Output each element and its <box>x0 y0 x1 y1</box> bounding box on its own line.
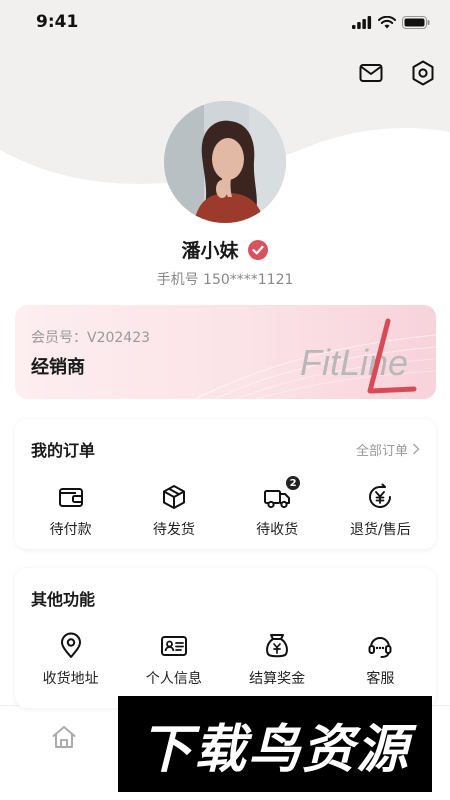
header-actions <box>358 60 436 86</box>
watermark-text: 下载鸟资源 <box>139 719 410 780</box>
function-item-label: 个人信息 <box>145 671 202 687</box>
orders-card: 我的订单 全部订单 待付款 待发货 2 待收货 退货/售后 <box>15 419 436 549</box>
order-item-label: 待收货 <box>256 522 299 538</box>
yen-refund-icon <box>369 483 392 508</box>
orders-title: 我的订单 <box>31 441 96 460</box>
member-card[interactable]: 会员号：V202423 经销商 FitLine <box>15 305 436 399</box>
other-functions-header: 其他功能 <box>15 568 436 610</box>
package-icon <box>162 485 185 509</box>
order-count-badge: 2 <box>285 475 302 491</box>
function-item-label: 客服 <box>366 671 395 687</box>
status-icons <box>352 15 430 29</box>
function-item-label: 结算奖金 <box>249 671 306 687</box>
order-item-label: 待发货 <box>152 522 195 538</box>
battery-icon <box>402 15 430 29</box>
tab-home[interactable] <box>50 723 78 755</box>
truck-icon-wrap: 2 <box>263 475 302 511</box>
profile-name-row: 潘小妹 <box>0 236 450 263</box>
view-all-orders-label: 全部订单 <box>355 443 408 459</box>
orders-header: 我的订单 全部订单 <box>15 419 436 461</box>
function-item-address[interactable]: 收货地址 <box>21 632 121 688</box>
member-number: 会员号：V202423 <box>31 330 151 346</box>
verified-icon <box>247 239 268 260</box>
order-item-pending-receipt[interactable]: 2 待收货 <box>227 475 327 539</box>
status-bar: 9:41 <box>0 0 450 44</box>
order-item-refund-aftersale[interactable]: 退货/售后 <box>330 483 430 539</box>
id-card-icon <box>160 636 187 656</box>
svg-text:FitLine: FitLine <box>300 342 408 383</box>
function-item-label: 收货地址 <box>42 671 99 687</box>
other-functions-grid: 收货地址 个人信息 结算奖金 客服 <box>15 632 436 688</box>
money-bag-icon <box>266 634 289 658</box>
function-item-bonus[interactable]: 结算奖金 <box>227 632 327 688</box>
settings-button[interactable] <box>410 60 436 86</box>
order-item-pending-payment[interactable]: 待付款 <box>21 483 121 539</box>
order-item-label: 退货/售后 <box>350 522 411 538</box>
other-functions-title: 其他功能 <box>31 590 96 609</box>
location-pin-icon <box>60 632 81 658</box>
avatar[interactable] <box>164 101 286 223</box>
member-type: 经销商 <box>31 357 85 378</box>
headset-icon <box>368 637 392 658</box>
message-button[interactable] <box>358 60 384 86</box>
status-time: 9:41 <box>36 12 79 32</box>
chevron-right-icon <box>412 443 420 455</box>
orders-grid: 待付款 待发货 2 待收货 退货/售后 <box>15 475 436 539</box>
fitline-logo: FitLine <box>300 318 417 394</box>
other-functions-card: 其他功能 收货地址 个人信息 结算奖金 客服 <box>15 568 436 708</box>
wallet-icon <box>58 488 83 507</box>
order-item-pending-shipment[interactable]: 待发货 <box>124 483 224 539</box>
function-item-customer-service[interactable]: 客服 <box>330 632 430 688</box>
signal-icon <box>352 15 372 29</box>
profile-name: 潘小妹 <box>181 240 239 262</box>
view-all-orders-link[interactable]: 全部订单 <box>356 440 420 459</box>
watermark-overlay: 下载鸟资源 <box>118 696 432 792</box>
order-item-label: 待付款 <box>49 522 92 538</box>
function-item-profile[interactable]: 个人信息 <box>124 632 224 688</box>
mail-icon <box>359 64 383 82</box>
avatar-photo <box>164 101 286 223</box>
wifi-icon <box>378 15 396 28</box>
home-icon <box>52 726 76 748</box>
settings-hexagon-icon <box>412 60 434 86</box>
profile-phone: 手机号 150****1121 <box>156 272 294 288</box>
